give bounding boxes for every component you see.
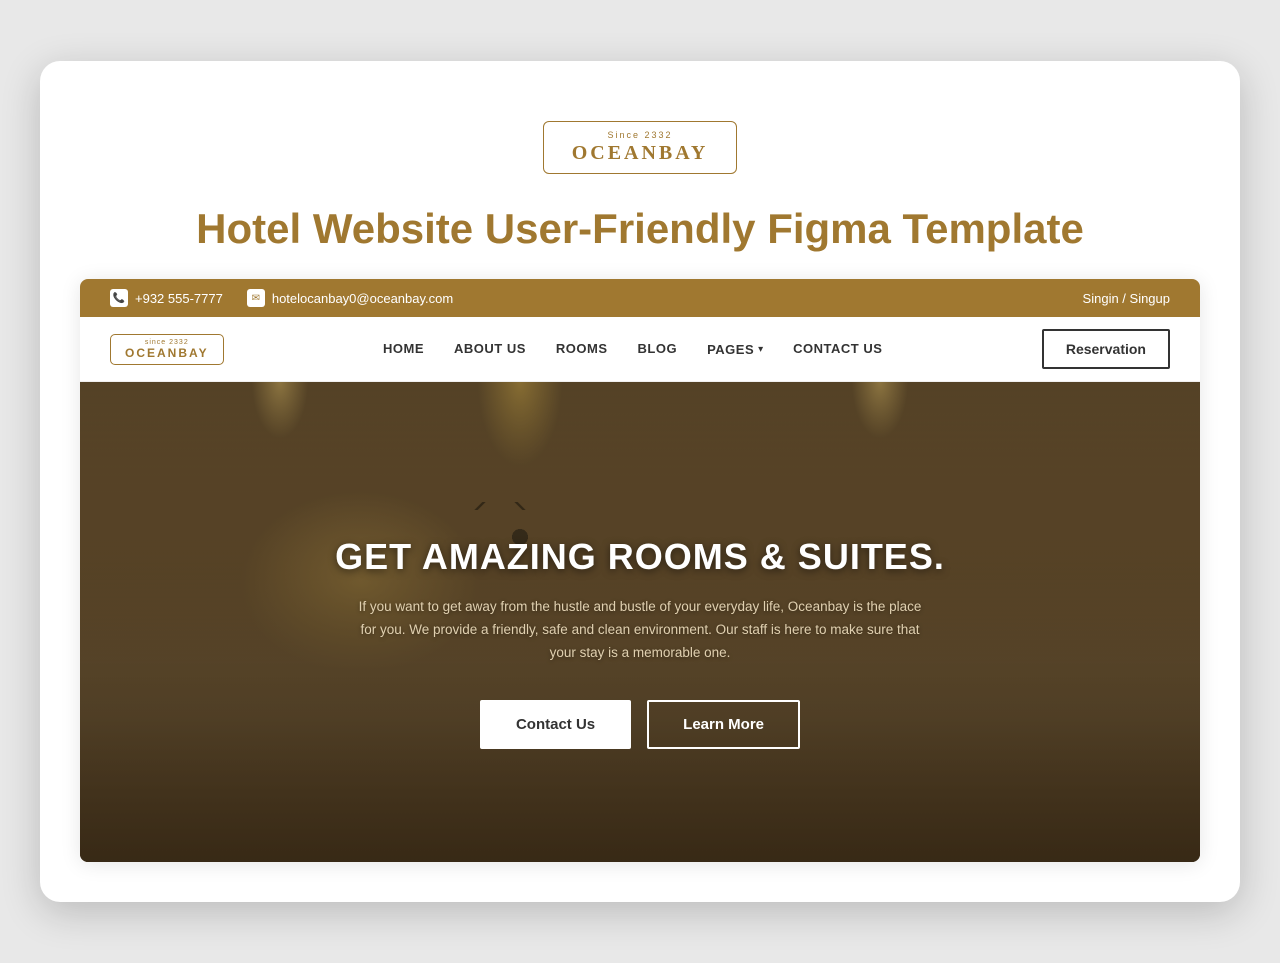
device-frame: Since 2332 OCEANBAY Hotel Website User-F… bbox=[40, 61, 1240, 902]
nav-link-pages[interactable]: PAGES bbox=[707, 342, 754, 357]
nav-links: HOME ABOUT US ROOMS BLOG PAGES ▾ bbox=[383, 340, 882, 358]
hero-buttons: Contact Us Learn More bbox=[480, 700, 800, 749]
nav-logo[interactable]: since 2332 OCEANBAY bbox=[110, 334, 224, 365]
website-container: 📞 +932 555-7777 ✉ hotelocanbay0@oceanbay… bbox=[80, 279, 1200, 862]
learn-more-button[interactable]: Learn More bbox=[647, 700, 800, 749]
logo-since: Since 2332 bbox=[572, 130, 709, 140]
contact-us-button[interactable]: Contact Us bbox=[480, 700, 631, 749]
hero-content: GET AMAZING ROOMS & SUITES. If you want … bbox=[80, 422, 1200, 862]
nav-link-blog[interactable]: BLOG bbox=[638, 341, 678, 356]
nav-logo-name: OCEANBAY bbox=[125, 346, 209, 360]
page-title: Hotel Website User-Friendly Figma Templa… bbox=[80, 184, 1200, 279]
nav-link-rooms[interactable]: ROOMS bbox=[556, 341, 608, 356]
top-bar-phone: 📞 +932 555-7777 bbox=[110, 289, 223, 307]
chevron-down-icon: ▾ bbox=[758, 344, 763, 355]
email-icon: ✉ bbox=[247, 289, 265, 307]
navbar: since 2332 OCEANBAY HOME ABOUT US ROOMS … bbox=[80, 317, 1200, 382]
hero-section: GET AMAZING ROOMS & SUITES. If you want … bbox=[80, 382, 1200, 862]
nav-link-contact[interactable]: CONTACT US bbox=[793, 341, 882, 356]
nav-item-pages[interactable]: PAGES ▾ bbox=[707, 342, 763, 357]
hero-title: GET AMAZING ROOMS & SUITES. bbox=[335, 536, 945, 578]
logo-badge: Since 2332 OCEANBAY bbox=[543, 121, 738, 174]
top-bar: 📞 +932 555-7777 ✉ hotelocanbay0@oceanbay… bbox=[80, 279, 1200, 317]
logo-name: OCEANBAY bbox=[572, 142, 709, 165]
hero-subtitle: If you want to get away from the hustle … bbox=[350, 596, 930, 665]
phone-icon: 📞 bbox=[110, 289, 128, 307]
nav-item-about[interactable]: ABOUT US bbox=[454, 340, 526, 358]
reservation-button[interactable]: Reservation bbox=[1042, 329, 1170, 369]
top-bar-auth[interactable]: Singin / Singup bbox=[1083, 291, 1170, 306]
nav-link-about[interactable]: ABOUT US bbox=[454, 341, 526, 356]
nav-logo-since: since 2332 bbox=[125, 339, 209, 346]
top-bar-left: 📞 +932 555-7777 ✉ hotelocanbay0@oceanbay… bbox=[110, 289, 453, 307]
nav-item-blog[interactable]: BLOG bbox=[638, 340, 678, 358]
logo-section: Since 2332 OCEANBAY bbox=[80, 101, 1200, 184]
nav-item-home[interactable]: HOME bbox=[383, 340, 424, 358]
nav-item-contact[interactable]: CONTACT US bbox=[793, 340, 882, 358]
nav-item-rooms[interactable]: ROOMS bbox=[556, 340, 608, 358]
top-bar-email: ✉ hotelocanbay0@oceanbay.com bbox=[247, 289, 453, 307]
nav-link-home[interactable]: HOME bbox=[383, 341, 424, 356]
